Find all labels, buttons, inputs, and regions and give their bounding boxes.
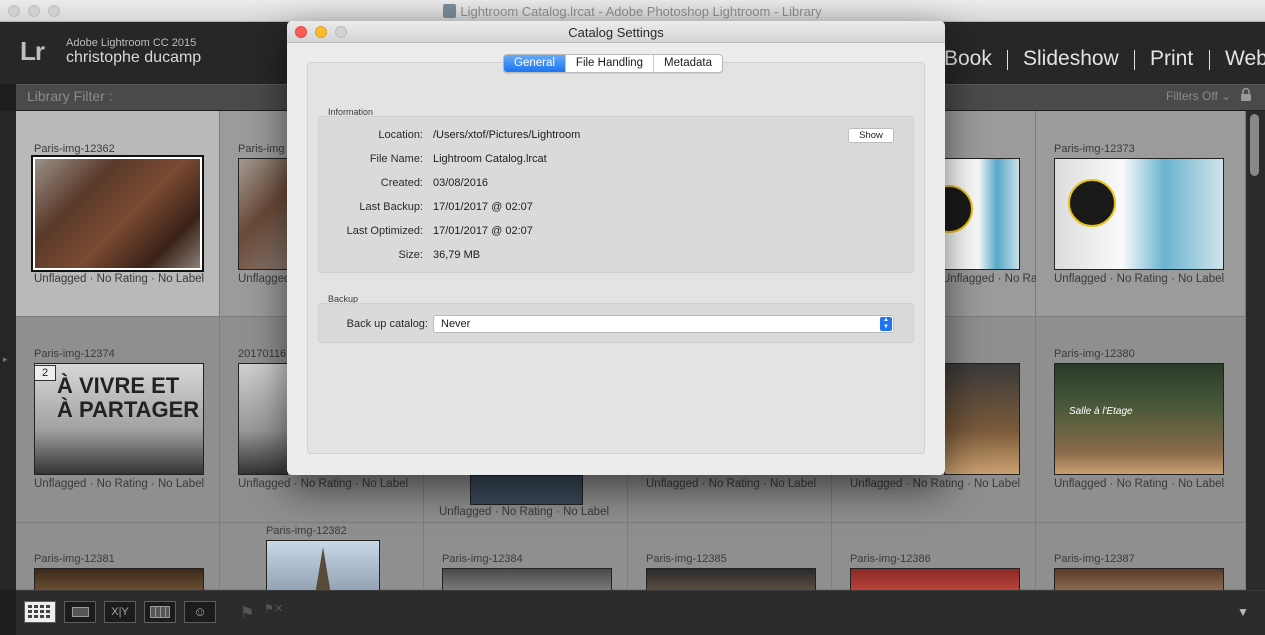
photo-thumbnail[interactable] (944, 363, 1020, 475)
panel-arrow-icon[interactable]: ▸ (3, 354, 8, 365)
cell-metadata: Unflagged · No Rating · No Label (1054, 273, 1225, 285)
photo-thumbnail[interactable] (1054, 568, 1224, 590)
grid-cell[interactable]: Paris-img-12385 (628, 523, 832, 590)
photo-thumbnail[interactable] (238, 363, 288, 475)
photo-thumbnail[interactable]: À VIVRE ET À PARTAGER (34, 363, 204, 475)
created-label: Created: (380, 177, 423, 189)
cell-filename: Paris-img-12362 (34, 143, 115, 155)
scrollbar-thumb[interactable] (1250, 114, 1259, 176)
module-print[interactable]: Print (1150, 47, 1193, 71)
show-button[interactable]: Show (848, 128, 894, 143)
cell-filename: Paris-img-12386 (850, 553, 931, 565)
cell-metadata: Unflagged · No Rating · No Label (34, 273, 205, 285)
module-slideshow[interactable]: Slideshow (1023, 47, 1119, 71)
lightroom-doc-icon (443, 4, 457, 18)
cell-filename: 20170116 (238, 348, 287, 360)
location-label: Location: (378, 129, 423, 141)
cell-metadata: Unflagged · No Rating · No Label (238, 478, 409, 490)
cell-metadata: Unflagged · No Rating · No Label (646, 478, 817, 490)
compare-view-icon[interactable]: X|Y (104, 601, 136, 623)
user-name: christophe ducamp (66, 49, 202, 66)
photo-thumbnail[interactable] (442, 568, 612, 590)
tab-metadata[interactable]: Metadata (653, 55, 722, 72)
app-name: Adobe Lightroom CC 2015 (66, 37, 197, 49)
photo-thumbnail[interactable] (238, 158, 288, 270)
photo-thumbnail[interactable] (470, 475, 583, 505)
cell-filename: Paris-img-12374 (34, 348, 115, 360)
grid-cell[interactable]: Paris-img-12362 Unflagged · No Rating · … (16, 111, 220, 317)
dialog-title: Catalog Settings (568, 25, 664, 40)
cell-filename: Paris-img-12385 (646, 553, 727, 565)
toolbar-menu-icon[interactable]: ▼ (1237, 605, 1249, 619)
survey-view-icon[interactable] (144, 601, 176, 623)
cell-filename: Paris-img-12387 (1054, 553, 1135, 565)
library-filter-title: Library Filter : (27, 88, 113, 104)
flag-icon[interactable]: ⚑ (240, 603, 254, 623)
backup-catalog-label: Back up catalog: (346, 318, 428, 330)
cell-filename: Paris-img (238, 143, 285, 155)
cell-filename: Paris-img-12380 (1054, 348, 1135, 360)
module-separator (1134, 50, 1135, 70)
grid-cell[interactable]: Paris-img-12373 Unflagged · No Rating · … (1036, 111, 1246, 317)
grid-cell[interactable]: Paris-img-12387 (1036, 523, 1246, 590)
lock-icon[interactable] (1240, 87, 1252, 102)
reject-flag-icon[interactable]: ⚑✕ (264, 602, 283, 615)
filters-off-dropdown[interactable]: Filters Off ⌄ (1166, 89, 1231, 103)
grid-cell[interactable]: Paris-img-12386 (832, 523, 1036, 590)
last-backup-label: Last Backup: (359, 201, 423, 213)
size-label: Size: (398, 249, 423, 261)
photo-thumbnail[interactable]: Salle à l'Etage (1054, 363, 1224, 475)
grid-scrollbar[interactable] (1246, 111, 1265, 590)
filters-off-label: Filters Off (1166, 89, 1218, 103)
last-backup-value: 17/01/2017 @ 02:07 (433, 201, 533, 213)
cell-metadata: Unflagged · No Rating · No Label (438, 506, 610, 518)
loupe-view-icon[interactable] (64, 601, 96, 623)
photo-thumbnail[interactable] (34, 568, 204, 590)
module-web[interactable]: Web (1225, 47, 1265, 71)
catalog-settings-dialog: Catalog Settings General File Handling M… (287, 21, 945, 475)
backup-select-value: Never (441, 318, 471, 330)
photo-thumbnail[interactable] (646, 568, 816, 590)
location-value: /Users/xtof/Pictures/Lightroom (433, 129, 581, 141)
stack-count-badge[interactable]: 2 (34, 365, 56, 381)
grid-view-icon[interactable] (24, 601, 56, 623)
grid-cell[interactable]: Paris-img-12374 À VIVRE ET À PARTAGER 2 U… (16, 317, 220, 523)
cell-filename: Paris-img-12373 (1054, 143, 1135, 155)
cell-metadata: Unflagged · No Rating · No Label (1054, 478, 1225, 490)
grid-cell[interactable]: Paris-img-12380 Salle à l'Etage Unflagge… (1036, 317, 1246, 523)
grid-cell[interactable]: Paris-img-12384 (424, 523, 628, 590)
module-book[interactable]: Book (944, 47, 992, 71)
left-panel-edge[interactable]: ▸ (0, 111, 16, 590)
photo-thumbnail[interactable] (850, 568, 1020, 590)
tab-general[interactable]: General (504, 55, 565, 72)
grid-cell[interactable]: Paris-img-12382 (220, 523, 424, 590)
photo-thumbnail[interactable] (31, 155, 204, 272)
chevron-updown-icon: ▲ ▼ (880, 317, 892, 331)
backup-frequency-select[interactable]: Never ▲ ▼ (433, 315, 894, 333)
size-value: 36,79 MB (433, 249, 481, 261)
module-separator (1007, 50, 1008, 70)
module-separator (1209, 50, 1210, 70)
cell-metadata: Unflagged · No Rating · No Label (850, 478, 1021, 490)
window-title-text: Lightroom Catalog.lrcat - Adobe Photosho… (460, 4, 822, 19)
file-name-value: Lightroom Catalog.lrcat (433, 153, 547, 165)
photo-thumbnail[interactable] (1054, 158, 1224, 270)
cell-filename: Paris-img-12382 (266, 525, 347, 537)
people-view-icon[interactable]: ☺ (184, 601, 216, 623)
last-optimized-value: 17/01/2017 @ 02:07 (433, 225, 533, 237)
lightroom-logo: Lr (20, 36, 45, 66)
tab-bar: General File Handling Metadata (503, 54, 723, 73)
window-title: Lightroom Catalog.lrcat - Adobe Photosho… (0, 4, 1265, 19)
created-value: 03/08/2016 (433, 177, 489, 189)
tab-file-handling[interactable]: File Handling (564, 55, 653, 72)
cell-metadata: Unflagged · No Rating · No Label (34, 478, 205, 490)
last-optimized-label: Last Optimized: (346, 225, 423, 237)
cell-filename: Paris-img-12384 (442, 553, 523, 565)
cell-filename: Paris-img-12381 (34, 553, 115, 565)
photo-thumbnail[interactable] (925, 158, 1020, 270)
chevron-down-icon: ⌄ (1221, 89, 1232, 103)
grid-cell[interactable]: Paris-img-12381 (16, 523, 220, 590)
photo-thumbnail[interactable] (266, 540, 380, 590)
file-name-label: File Name: (369, 153, 423, 165)
